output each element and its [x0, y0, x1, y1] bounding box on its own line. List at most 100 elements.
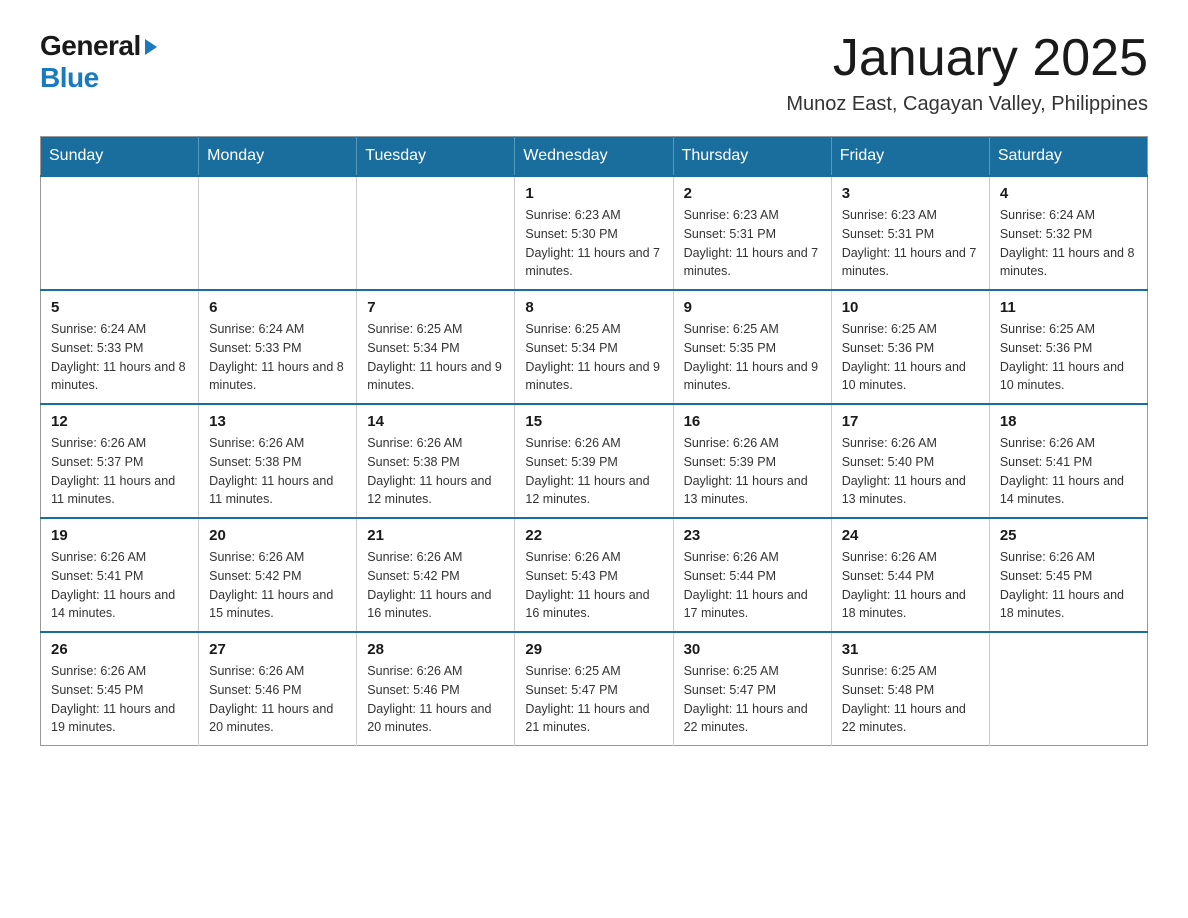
calendar-cell: 8 Sunrise: 6:25 AM Sunset: 5:34 PM Daylig…: [515, 290, 673, 404]
day-info: Sunrise: 6:26 AM Sunset: 5:39 PM Dayligh…: [525, 434, 662, 509]
calendar-cell: 9Sunrise: 6:25 AM Sunset: 5:35 PM Daylig…: [673, 290, 831, 404]
day-info: Sunrise: 6:25 AM Sunset: 5:47 PM Dayligh…: [684, 662, 821, 737]
day-number: 1: [525, 185, 662, 202]
day-info: Sunrise: 6:24 AM Sunset: 5:33 PM Dayligh…: [51, 320, 188, 395]
calendar-cell: 5 Sunrise: 6:24 AM Sunset: 5:33 PM Daylig…: [41, 290, 199, 404]
col-thursday: Thursday: [673, 137, 831, 177]
day-number: 16: [684, 413, 821, 430]
day-info: Sunrise: 6:26 AM Sunset: 5:40 PM Dayligh…: [842, 434, 979, 509]
day-info: Sunrise: 6:26 AM Sunset: 5:46 PM Dayligh…: [367, 662, 504, 737]
calendar-cell: 16 Sunrise: 6:26 AM Sunset: 5:39 PM Dayli…: [673, 404, 831, 518]
day-info: Sunrise: 6:26 AM Sunset: 5:42 PM Dayligh…: [209, 548, 346, 623]
day-number: 5: [51, 299, 188, 316]
day-number: 10: [842, 299, 979, 316]
day-info: Sunrise: 6:25 AM Sunset: 5:34 PM Dayligh…: [525, 320, 662, 395]
col-tuesday: Tuesday: [357, 137, 515, 177]
day-number: 12: [51, 413, 188, 430]
col-sunday: Sunday: [41, 137, 199, 177]
day-number: 29: [525, 641, 662, 658]
day-number: 22: [525, 527, 662, 544]
day-number: 30: [684, 641, 821, 658]
calendar-week-row: 1 Sunrise: 6:23 AM Sunset: 5:30 PM Daylig…: [41, 176, 1148, 290]
day-number: 8: [525, 299, 662, 316]
day-number: 25: [1000, 527, 1137, 544]
day-number: 24: [842, 527, 979, 544]
logo-arrow-icon: [145, 39, 157, 55]
calendar-cell: 20 Sunrise: 6:26 AM Sunset: 5:42 PM Dayli…: [199, 518, 357, 632]
day-number: 26: [51, 641, 188, 658]
day-number: 11: [1000, 299, 1137, 316]
col-friday: Friday: [831, 137, 989, 177]
page-header: General Blue January 2025 Munoz East, Ca…: [40, 30, 1148, 116]
day-info: Sunrise: 6:25 AM Sunset: 5:34 PM Dayligh…: [367, 320, 504, 395]
calendar-cell: 26 Sunrise: 6:26 AM Sunset: 5:45 PM Dayli…: [41, 632, 199, 746]
calendar-cell: 15 Sunrise: 6:26 AM Sunset: 5:39 PM Dayli…: [515, 404, 673, 518]
day-number: 17: [842, 413, 979, 430]
day-number: 3: [842, 185, 979, 202]
calendar-header-row: Sunday Monday Tuesday Wednesday Thursday…: [41, 137, 1148, 177]
calendar-cell: 27Sunrise: 6:26 AM Sunset: 5:46 PM Dayli…: [199, 632, 357, 746]
calendar-cell: 30 Sunrise: 6:25 AM Sunset: 5:47 PM Dayli…: [673, 632, 831, 746]
calendar-cell: 28 Sunrise: 6:26 AM Sunset: 5:46 PM Dayli…: [357, 632, 515, 746]
day-info: Sunrise: 6:23 AM Sunset: 5:30 PM Dayligh…: [525, 206, 662, 281]
day-info: Sunrise: 6:25 AM Sunset: 5:35 PM Dayligh…: [684, 320, 821, 395]
day-info: Sunrise: 6:24 AM Sunset: 5:32 PM Dayligh…: [1000, 206, 1137, 281]
calendar-cell: [357, 176, 515, 290]
day-info: Sunrise: 6:26 AM Sunset: 5:37 PM Dayligh…: [51, 434, 188, 509]
calendar-cell: 13Sunrise: 6:26 AM Sunset: 5:38 PM Dayli…: [199, 404, 357, 518]
day-number: 14: [367, 413, 504, 430]
col-monday: Monday: [199, 137, 357, 177]
day-number: 15: [525, 413, 662, 430]
day-number: 13: [209, 413, 346, 430]
day-info: Sunrise: 6:24 AM Sunset: 5:33 PM Dayligh…: [209, 320, 346, 395]
day-info: Sunrise: 6:26 AM Sunset: 5:38 PM Dayligh…: [367, 434, 504, 509]
day-number: 7: [367, 299, 504, 316]
day-number: 28: [367, 641, 504, 658]
calendar-cell: 18 Sunrise: 6:26 AM Sunset: 5:41 PM Dayli…: [989, 404, 1147, 518]
calendar-cell: 2Sunrise: 6:23 AM Sunset: 5:31 PM Daylig…: [673, 176, 831, 290]
calendar-cell: 7 Sunrise: 6:25 AM Sunset: 5:34 PM Daylig…: [357, 290, 515, 404]
calendar-week-row: 5 Sunrise: 6:24 AM Sunset: 5:33 PM Daylig…: [41, 290, 1148, 404]
day-number: 4: [1000, 185, 1137, 202]
day-info: Sunrise: 6:25 AM Sunset: 5:36 PM Dayligh…: [842, 320, 979, 395]
day-info: Sunrise: 6:26 AM Sunset: 5:45 PM Dayligh…: [51, 662, 188, 737]
day-info: Sunrise: 6:26 AM Sunset: 5:44 PM Dayligh…: [684, 548, 821, 623]
day-number: 31: [842, 641, 979, 658]
calendar-cell: [199, 176, 357, 290]
day-info: Sunrise: 6:26 AM Sunset: 5:41 PM Dayligh…: [1000, 434, 1137, 509]
calendar-week-row: 12 Sunrise: 6:26 AM Sunset: 5:37 PM Dayli…: [41, 404, 1148, 518]
calendar-cell: 10 Sunrise: 6:25 AM Sunset: 5:36 PM Dayli…: [831, 290, 989, 404]
calendar-cell: 3 Sunrise: 6:23 AM Sunset: 5:31 PM Daylig…: [831, 176, 989, 290]
calendar-cell: 31 Sunrise: 6:25 AM Sunset: 5:48 PM Dayli…: [831, 632, 989, 746]
day-number: 18: [1000, 413, 1137, 430]
calendar-cell: 29Sunrise: 6:25 AM Sunset: 5:47 PM Dayli…: [515, 632, 673, 746]
calendar-cell: 11 Sunrise: 6:25 AM Sunset: 5:36 PM Dayli…: [989, 290, 1147, 404]
day-info: Sunrise: 6:23 AM Sunset: 5:31 PM Dayligh…: [842, 206, 979, 281]
day-number: 21: [367, 527, 504, 544]
calendar-cell: 22Sunrise: 6:26 AM Sunset: 5:43 PM Dayli…: [515, 518, 673, 632]
day-info: Sunrise: 6:25 AM Sunset: 5:48 PM Dayligh…: [842, 662, 979, 737]
calendar-cell: 14 Sunrise: 6:26 AM Sunset: 5:38 PM Dayli…: [357, 404, 515, 518]
calendar-cell: 1 Sunrise: 6:23 AM Sunset: 5:30 PM Daylig…: [515, 176, 673, 290]
day-info: Sunrise: 6:26 AM Sunset: 5:39 PM Dayligh…: [684, 434, 821, 509]
day-number: 20: [209, 527, 346, 544]
day-number: 6: [209, 299, 346, 316]
calendar-cell: 25Sunrise: 6:26 AM Sunset: 5:45 PM Dayli…: [989, 518, 1147, 632]
day-info: Sunrise: 6:26 AM Sunset: 5:42 PM Dayligh…: [367, 548, 504, 623]
calendar-cell: [41, 176, 199, 290]
calendar-cell: 12 Sunrise: 6:26 AM Sunset: 5:37 PM Dayli…: [41, 404, 199, 518]
calendar-cell: 6 Sunrise: 6:24 AM Sunset: 5:33 PM Daylig…: [199, 290, 357, 404]
logo-general: General: [40, 30, 141, 62]
calendar-table: Sunday Monday Tuesday Wednesday Thursday…: [40, 136, 1148, 746]
day-info: Sunrise: 6:26 AM Sunset: 5:46 PM Dayligh…: [209, 662, 346, 737]
month-title: January 2025: [786, 30, 1148, 87]
calendar-week-row: 26 Sunrise: 6:26 AM Sunset: 5:45 PM Dayli…: [41, 632, 1148, 746]
calendar-cell: 21 Sunrise: 6:26 AM Sunset: 5:42 PM Dayli…: [357, 518, 515, 632]
day-info: Sunrise: 6:26 AM Sunset: 5:44 PM Dayligh…: [842, 548, 979, 623]
logo: General Blue: [40, 30, 157, 94]
calendar-cell: 24 Sunrise: 6:26 AM Sunset: 5:44 PM Dayli…: [831, 518, 989, 632]
col-wednesday: Wednesday: [515, 137, 673, 177]
logo-blue: Blue: [40, 62, 99, 94]
day-info: Sunrise: 6:25 AM Sunset: 5:36 PM Dayligh…: [1000, 320, 1137, 395]
day-info: Sunrise: 6:23 AM Sunset: 5:31 PM Dayligh…: [684, 206, 821, 281]
